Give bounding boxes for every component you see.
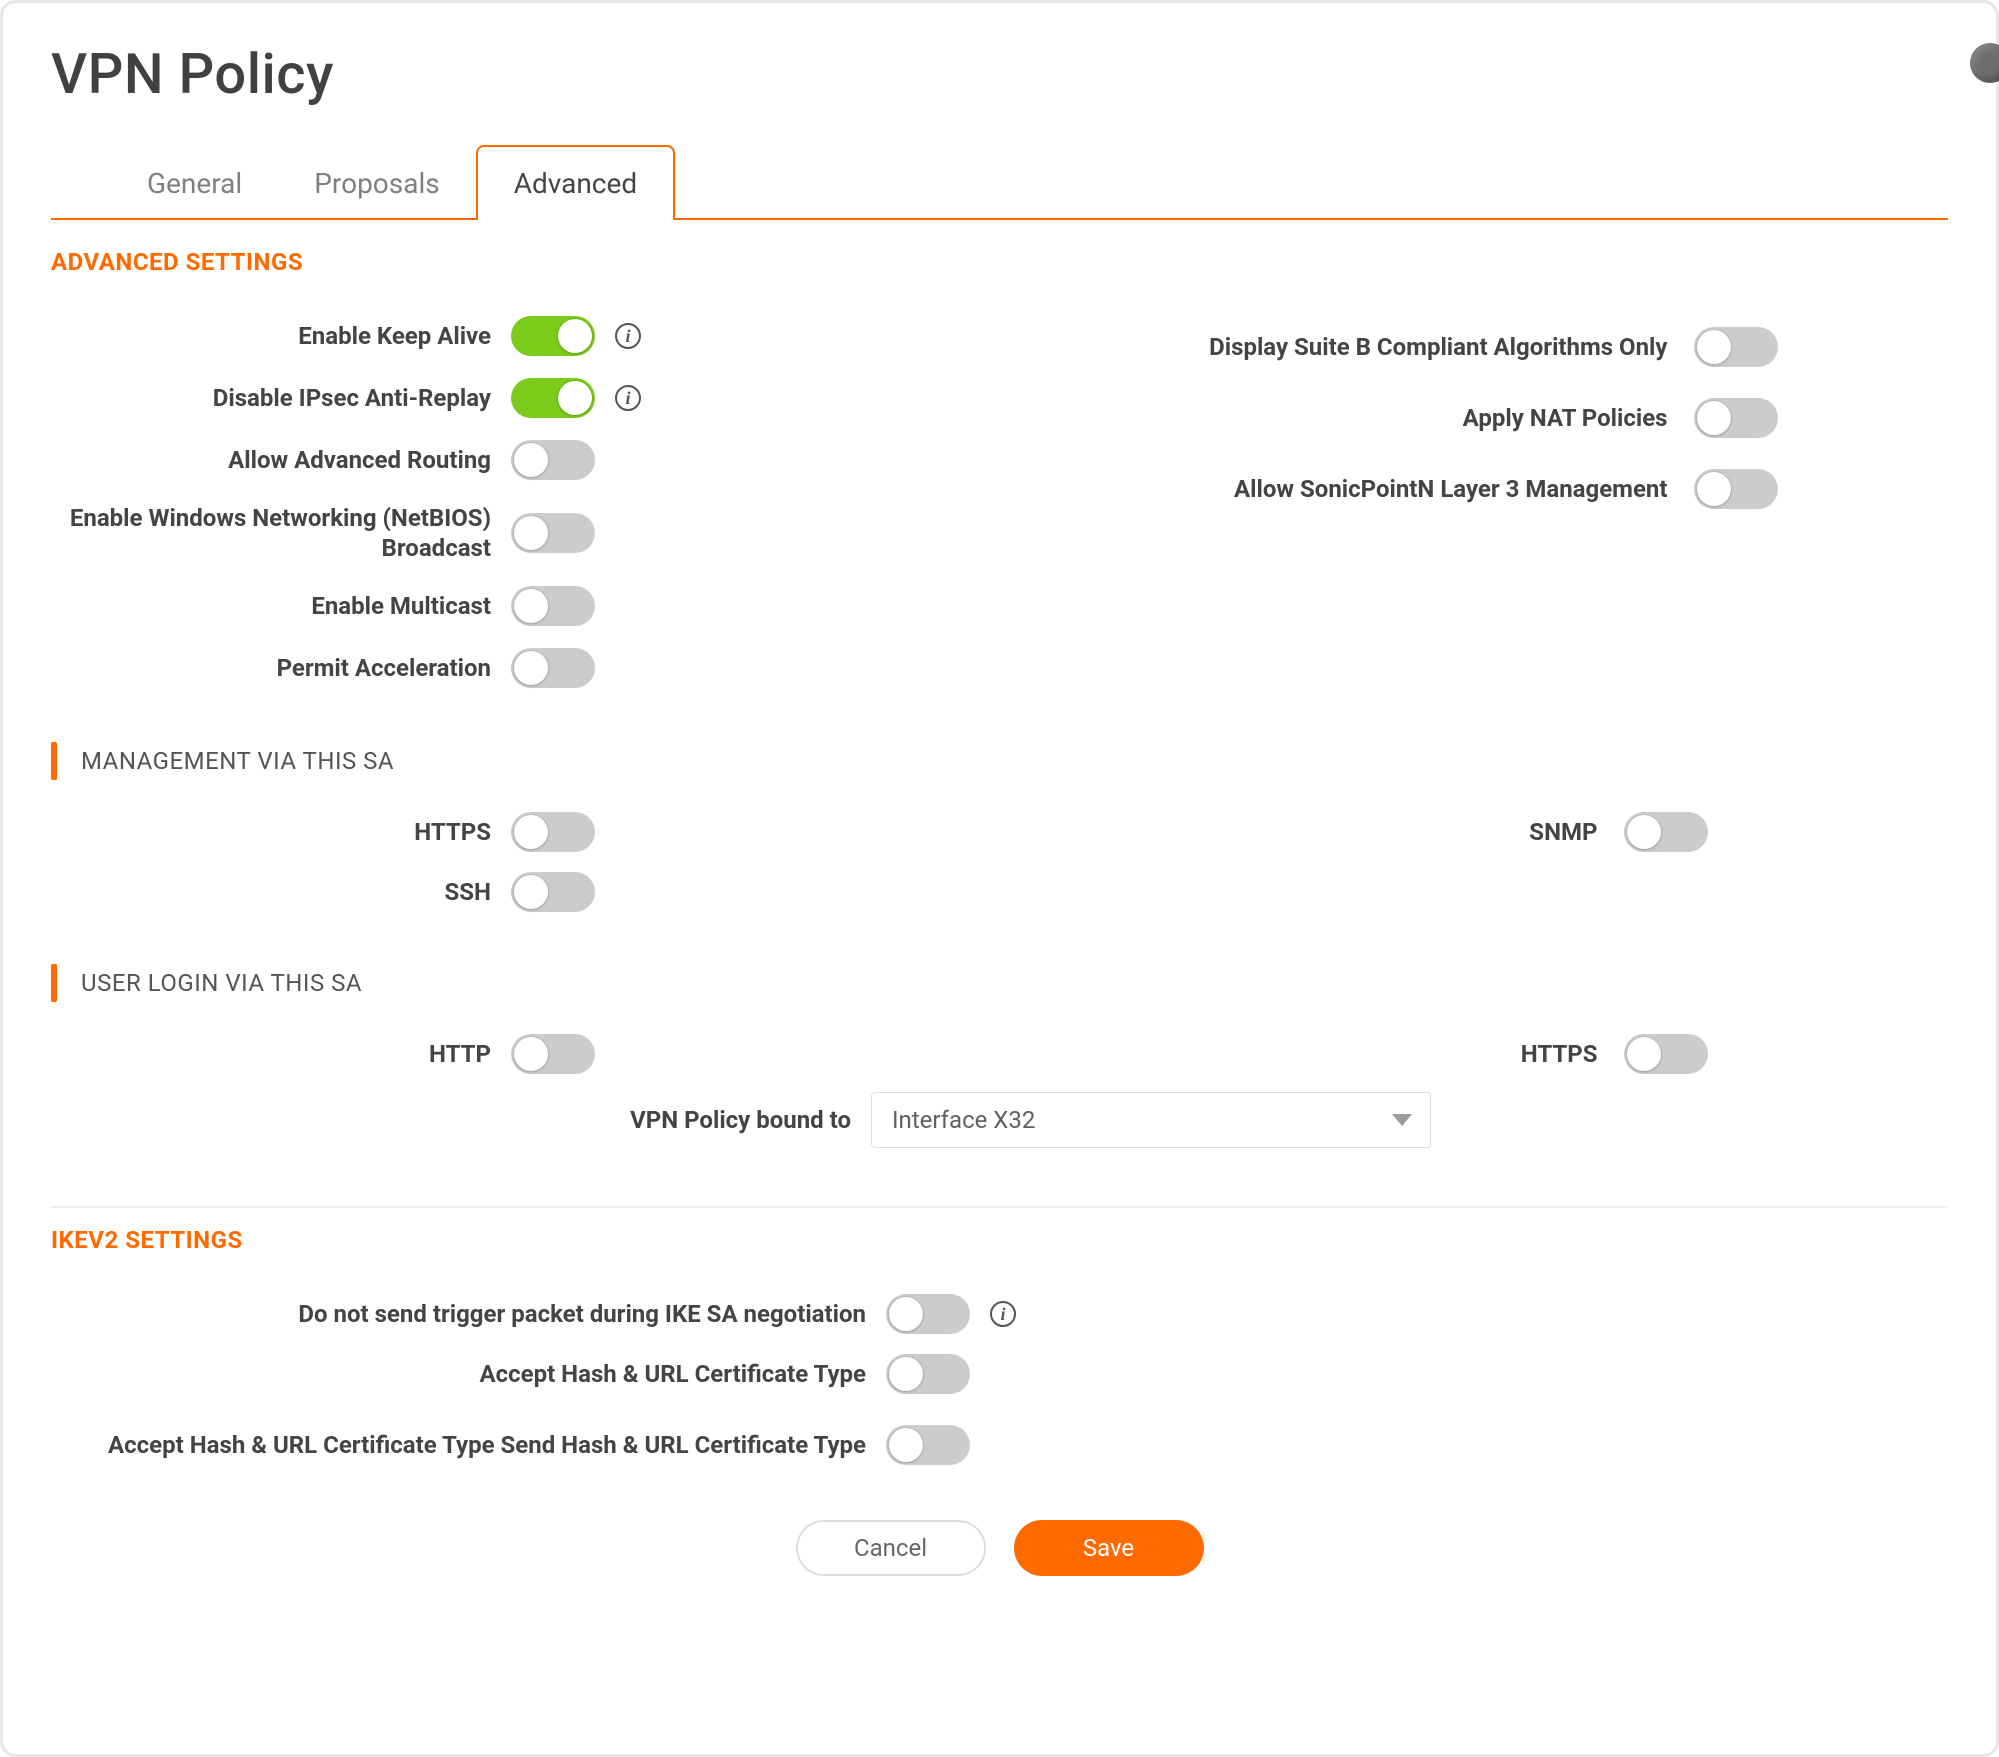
label-keep-alive: Enable Keep Alive [51, 321, 511, 351]
toggle-mgmt-ssh[interactable] [511, 872, 595, 912]
label-mgmt-ssh: SSH [51, 877, 511, 907]
tab-advanced[interactable]: Advanced [476, 145, 675, 220]
label-vpn-policy-bound: VPN Policy bound to [51, 1105, 871, 1135]
accent-bar-icon [51, 964, 57, 1002]
toggle-ike-no-trigger[interactable] [886, 1294, 970, 1334]
save-button[interactable]: Save [1014, 1520, 1204, 1576]
toggle-login-https[interactable] [1624, 1034, 1708, 1074]
toggle-ike-accept-hash-url[interactable] [886, 1354, 970, 1394]
subsection-user-login-sa-label: USER LOGIN VIA THIS SA [81, 969, 362, 997]
label-anti-replay: Disable IPsec Anti-Replay [51, 383, 511, 413]
label-multicast: Enable Multicast [51, 591, 511, 621]
label-mgmt-https: HTTPS [51, 817, 511, 847]
label-mgmt-snmp: SNMP [1024, 817, 1624, 847]
label-netbios: Enable Windows Networking (NetBIOS) Broa… [51, 503, 511, 563]
label-permit-accel: Permit Acceleration [51, 653, 511, 683]
section-divider [51, 1206, 1948, 1208]
toggle-login-http[interactable] [511, 1034, 595, 1074]
tabs: General Proposals Advanced [51, 145, 1948, 220]
accent-bar-icon [51, 742, 57, 780]
label-nat-policies: Apply NAT Policies [1024, 403, 1694, 433]
section-advanced-settings: ADVANCED SETTINGS [51, 248, 1948, 276]
info-icon[interactable]: i [615, 323, 641, 349]
subsection-management-sa: MANAGEMENT VIA THIS SA [51, 742, 1948, 780]
label-login-https: HTTPS [1024, 1039, 1624, 1069]
label-ike-accept-send-hash-url: Accept Hash & URL Certificate Type Send … [51, 1430, 886, 1460]
cancel-button[interactable]: Cancel [796, 1520, 986, 1576]
label-login-http: HTTP [51, 1039, 511, 1069]
label-adv-routing: Allow Advanced Routing [51, 445, 511, 475]
toggle-sonicpoint[interactable] [1694, 469, 1778, 509]
toggle-permit-accel[interactable] [511, 648, 595, 688]
chevron-down-icon [1392, 1114, 1412, 1126]
dialog-footer: Cancel Save [51, 1520, 1948, 1576]
select-vpn-policy-bound-value: Interface X32 [892, 1106, 1035, 1134]
info-icon[interactable]: i [990, 1301, 1016, 1327]
toggle-mgmt-https[interactable] [511, 812, 595, 852]
info-icon[interactable]: i [615, 385, 641, 411]
label-ike-accept-hash-url: Accept Hash & URL Certificate Type [51, 1359, 886, 1389]
close-icon[interactable] [1970, 43, 1999, 83]
tab-general[interactable]: General [111, 147, 278, 220]
advanced-settings-left: Enable Keep Alive i Disable IPsec Anti-R… [51, 306, 976, 700]
toggle-multicast[interactable] [511, 586, 595, 626]
toggle-keep-alive[interactable] [511, 316, 595, 356]
select-vpn-policy-bound[interactable]: Interface X32 [871, 1092, 1431, 1148]
label-suite-b: Display Suite B Compliant Algorithms Onl… [1024, 332, 1694, 362]
tab-proposals[interactable]: Proposals [278, 147, 475, 220]
label-ike-no-trigger: Do not send trigger packet during IKE SA… [51, 1299, 886, 1329]
toggle-suite-b[interactable] [1694, 327, 1778, 367]
page-title: VPN Policy [51, 41, 1948, 107]
toggle-anti-replay[interactable] [511, 378, 595, 418]
section-ikev2-settings: IKEV2 SETTINGS [51, 1226, 1948, 1254]
advanced-settings-right: Display Suite B Compliant Algorithms Onl… [1024, 306, 1949, 700]
subsection-user-login-sa: USER LOGIN VIA THIS SA [51, 964, 1948, 1002]
label-sonicpoint: Allow SonicPointN Layer 3 Management [1024, 474, 1694, 504]
toggle-netbios[interactable] [511, 513, 595, 553]
subsection-management-sa-label: MANAGEMENT VIA THIS SA [81, 747, 394, 775]
toggle-mgmt-snmp[interactable] [1624, 812, 1708, 852]
toggle-adv-routing[interactable] [511, 440, 595, 480]
toggle-nat-policies[interactable] [1694, 398, 1778, 438]
toggle-ike-accept-send-hash-url[interactable] [886, 1425, 970, 1465]
